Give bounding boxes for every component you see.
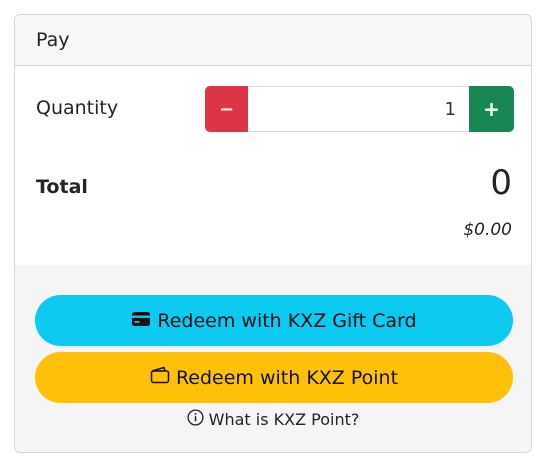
total-value: 0 [490,163,512,203]
quantity-label: Quantity [36,97,119,119]
total-price: $0.00 [463,220,512,240]
what-is-point-link[interactable]: What is KXZ Point? [15,409,531,430]
total-label: Total [36,176,88,198]
card-body: Quantity − 1 + Total 0 $0.00 [15,66,531,265]
redeem-point-button[interactable]: Redeem with KXZ Point [35,352,513,403]
redeem-gift-card-label: Redeem with KXZ Gift Card [157,309,417,332]
redeem-gift-card-button[interactable]: Redeem with KXZ Gift Card [35,295,513,346]
pay-card: Pay Quantity − 1 + Total 0 $0.00 Redeem … [14,14,532,453]
wallet-icon [150,366,176,389]
card-footer: Redeem with KXZ Gift Card Redeem with KX… [15,265,531,452]
info-circle-icon [187,409,209,430]
decrement-button[interactable]: − [205,86,248,132]
card-title: Pay [36,29,70,51]
quantity-stepper: − 1 + [205,86,514,132]
increment-button[interactable]: + [469,86,514,132]
quantity-input[interactable]: 1 [248,86,469,132]
redeem-point-label: Redeem with KXZ Point [175,366,399,389]
what-is-point-label: What is KXZ Point? [208,410,360,429]
credit-card-icon [131,310,157,332]
card-header: Pay [15,15,531,66]
